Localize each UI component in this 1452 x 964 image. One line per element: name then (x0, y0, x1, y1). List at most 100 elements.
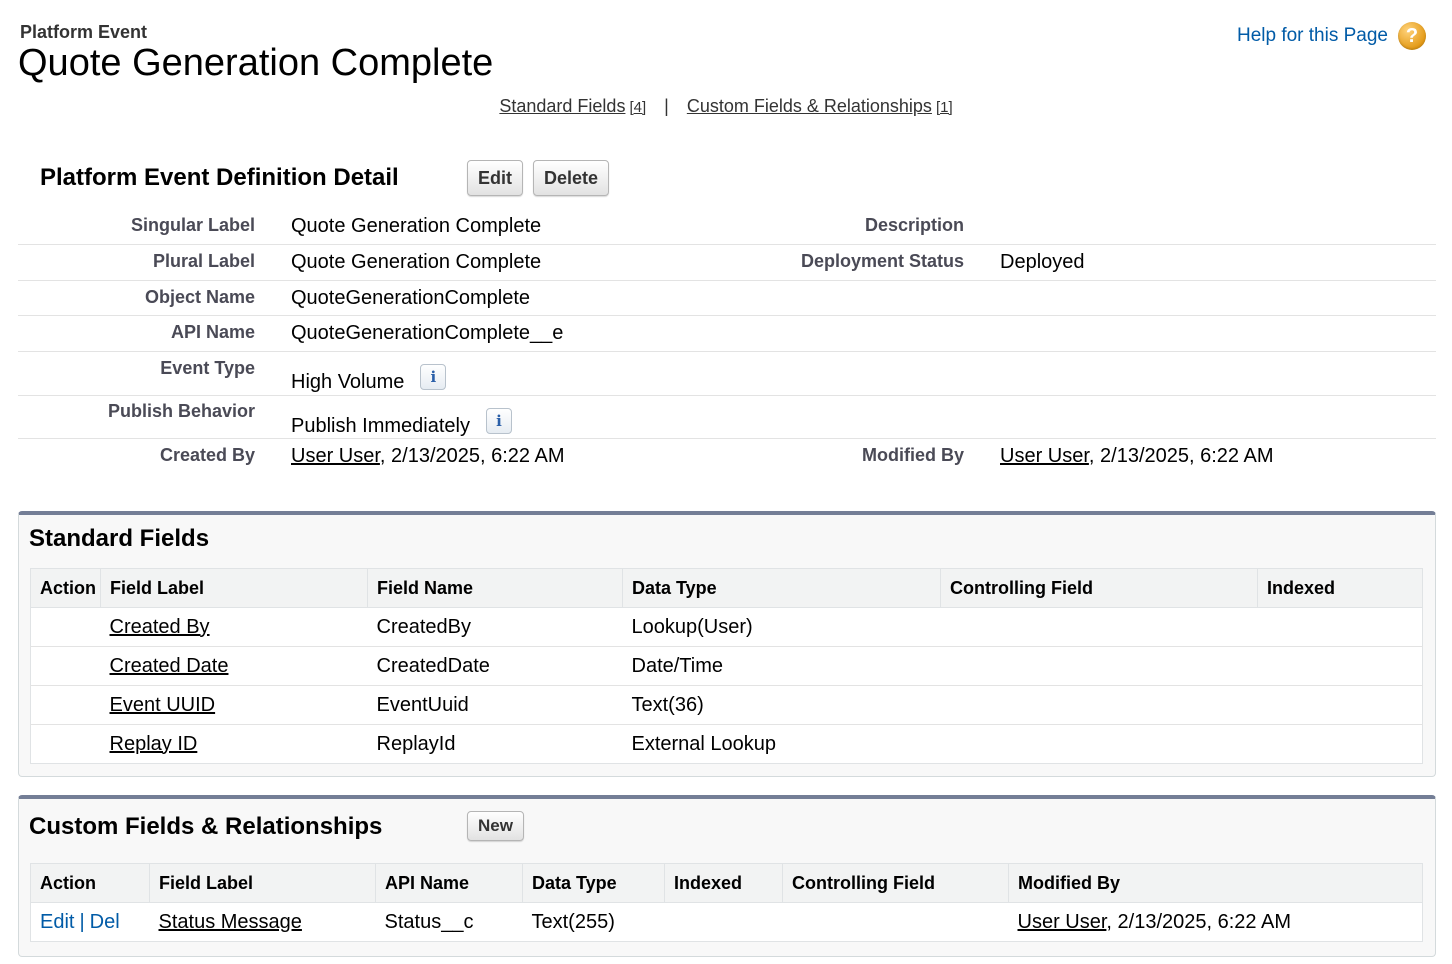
field-label-cell: Created By (100, 607, 368, 647)
detail-title: Platform Event Definition Detail (40, 164, 399, 191)
event-type-info-icon[interactable]: i (420, 364, 447, 390)
related-link-standard-fields[interactable]: Standard Fields [4] (499, 96, 646, 117)
field-name-cell: CreatedBy (367, 607, 623, 647)
controlling-field-cell (941, 725, 1258, 764)
custom-fields-table: Action Field Label API Name Data Type In… (30, 863, 1423, 942)
modified-by-label: Modified By (862, 445, 964, 465)
standard-fields-title: Standard Fields (29, 525, 210, 552)
modified-by-value: User User, 2/13/2025, 6:22 AM (1000, 445, 1274, 468)
created-by-user-link[interactable]: User User (291, 445, 380, 467)
column-header: Field Label (100, 568, 368, 608)
help-question-icon[interactable]: ? (1398, 22, 1426, 50)
field-name-cell: ReplayId (376, 732, 456, 755)
singular-label-value: Quote Generation Complete (291, 215, 542, 237)
related-link-custom-fields-label[interactable]: Custom Fields & Relationships (687, 96, 932, 116)
api-name-label: API Name (170, 322, 255, 342)
field-label-link[interactable]: Event UUID (110, 694, 216, 716)
detail-header: Platform Event Definition Detail Edit De… (40, 160, 619, 196)
custom-fields-section: Custom Fields & Relationships New Action… (18, 795, 1436, 957)
plural-label-value: Quote Generation Complete (291, 251, 542, 273)
table-row: Replay ID ReplayId External Lookup (31, 725, 1423, 764)
publish-behavior-value: Publish Immediately (291, 415, 470, 437)
edit-field-link[interactable]: Edit (40, 911, 74, 933)
field-label-cell: Replay ID (101, 725, 368, 764)
action-separator: | (79, 910, 85, 933)
column-header: Controlling Field (940, 568, 1258, 608)
detail-row-api-name: API Name QuoteGenerationComplete__e (18, 315, 1436, 352)
field-label-link[interactable]: Status Message (159, 911, 302, 933)
created-by-date: , 2/13/2025, 6:22 AM (379, 445, 565, 467)
table-row: Event UUID EventUuid Text(36) (30, 685, 1423, 725)
detail-row-publish-behavior: Publish Behavior Publish Immediately i (18, 395, 1436, 439)
api-name-cell: Status__c (384, 910, 474, 933)
column-header: Indexed (1257, 568, 1423, 608)
publish-behavior-info-icon[interactable]: i (485, 408, 512, 434)
controlling-field-cell (783, 903, 1009, 942)
standard-fields-section: Standard Fields Action Field Label Field… (18, 511, 1436, 777)
object-name-value: QuoteGenerationComplete (291, 287, 531, 309)
page: Platform Event Quote Generation Complete… (0, 0, 1452, 964)
api-name-value: QuoteGenerationComplete__e (291, 322, 564, 344)
table-row: Edit | Del Status Message Status__c Text(2… (31, 903, 1423, 942)
column-header: Data Type (522, 863, 665, 903)
data-type-cell: Date/Time (622, 646, 941, 686)
modified-by-user-link[interactable]: User User (1018, 911, 1107, 933)
publish-behavior-value-group: Publish Immediately i (291, 408, 512, 438)
modified-by-date: , 2/13/2025, 6:22 AM (1106, 910, 1291, 933)
created-by-value: User User, 2/13/2025, 6:22 AM (291, 445, 565, 468)
page-title: Quote Generation Complete (18, 42, 494, 84)
action-cell (30, 685, 101, 725)
delete-button[interactable]: Delete (533, 160, 610, 196)
indexed-cell (1257, 685, 1423, 725)
detail-row-created-modified: Created By User User, 2/13/2025, 6:22 AM… (18, 438, 1436, 474)
column-header: Modified By (1008, 863, 1423, 903)
field-label-cell: Created Date (100, 646, 368, 686)
controlling-field-cell (940, 646, 1258, 686)
modified-by-user-link[interactable]: User User (1000, 445, 1089, 467)
field-label-link[interactable]: Created Date (110, 655, 229, 677)
delete-field-link[interactable]: Del (90, 911, 120, 933)
created-by-label: Created By (159, 445, 255, 465)
controlling-field-cell (940, 685, 1258, 725)
event-type-value-group: High Volume i (291, 364, 447, 394)
table-header-row: Action Field Label Field Name Data Type … (30, 568, 1423, 608)
data-type-cell: Text(36) (622, 685, 941, 725)
field-label-link[interactable]: Created By (110, 616, 210, 638)
field-label-link[interactable]: Replay ID (110, 733, 198, 755)
publish-behavior-label: Publish Behavior (107, 401, 255, 421)
modified-by-cell: User User, 2/13/2025, 6:22 AM (1009, 903, 1423, 942)
data-type-cell: Text(255) (531, 910, 615, 933)
field-name-cell: CreatedDate (367, 646, 623, 686)
help-link-group[interactable]: Help for this Page ? (1237, 22, 1426, 50)
column-header: Indexed (664, 863, 783, 903)
help-link[interactable]: Help for this Page (1237, 25, 1388, 47)
data-type-cell: External Lookup (631, 732, 777, 755)
related-link-standard-fields-count[interactable]: [4] (629, 99, 646, 116)
related-link-standard-fields-label[interactable]: Standard Fields (499, 96, 625, 116)
column-header: Field Name (367, 568, 623, 608)
related-list-links: Standard Fields [4] | Custom Fields & Rel… (0, 96, 1452, 117)
action-cell (30, 607, 101, 647)
detail-row-event-type: Event Type High Volume i (18, 351, 1436, 396)
detail-row-object-name: Object Name QuoteGenerationComplete (18, 280, 1436, 316)
action-cell (30, 646, 101, 686)
description-label: Description (864, 215, 964, 235)
singular-label-label: Singular Label (130, 215, 255, 235)
plural-label-label: Plural Label (152, 251, 255, 271)
edit-button[interactable]: Edit (467, 160, 523, 196)
related-link-separator: | (664, 96, 669, 116)
table-header-row: Action Field Label API Name Data Type In… (30, 863, 1423, 903)
new-field-button[interactable]: New (467, 811, 524, 841)
related-link-custom-fields-count[interactable]: [1] (936, 99, 953, 116)
deployment-status-value: Deployed (1000, 251, 1085, 273)
column-header: Action (30, 568, 101, 608)
controlling-field-cell (940, 607, 1258, 647)
column-header: API Name (375, 863, 523, 903)
column-header: Action (30, 863, 150, 903)
indexed-cell (1258, 725, 1423, 764)
indexed-cell (1257, 607, 1423, 647)
related-link-custom-fields[interactable]: Custom Fields & Relationships [1] (687, 96, 953, 117)
modified-by-date: , 2/13/2025, 6:22 AM (1088, 445, 1274, 467)
indexed-cell (1257, 646, 1423, 686)
table-row: Created Date CreatedDate Date/Time (30, 646, 1423, 686)
